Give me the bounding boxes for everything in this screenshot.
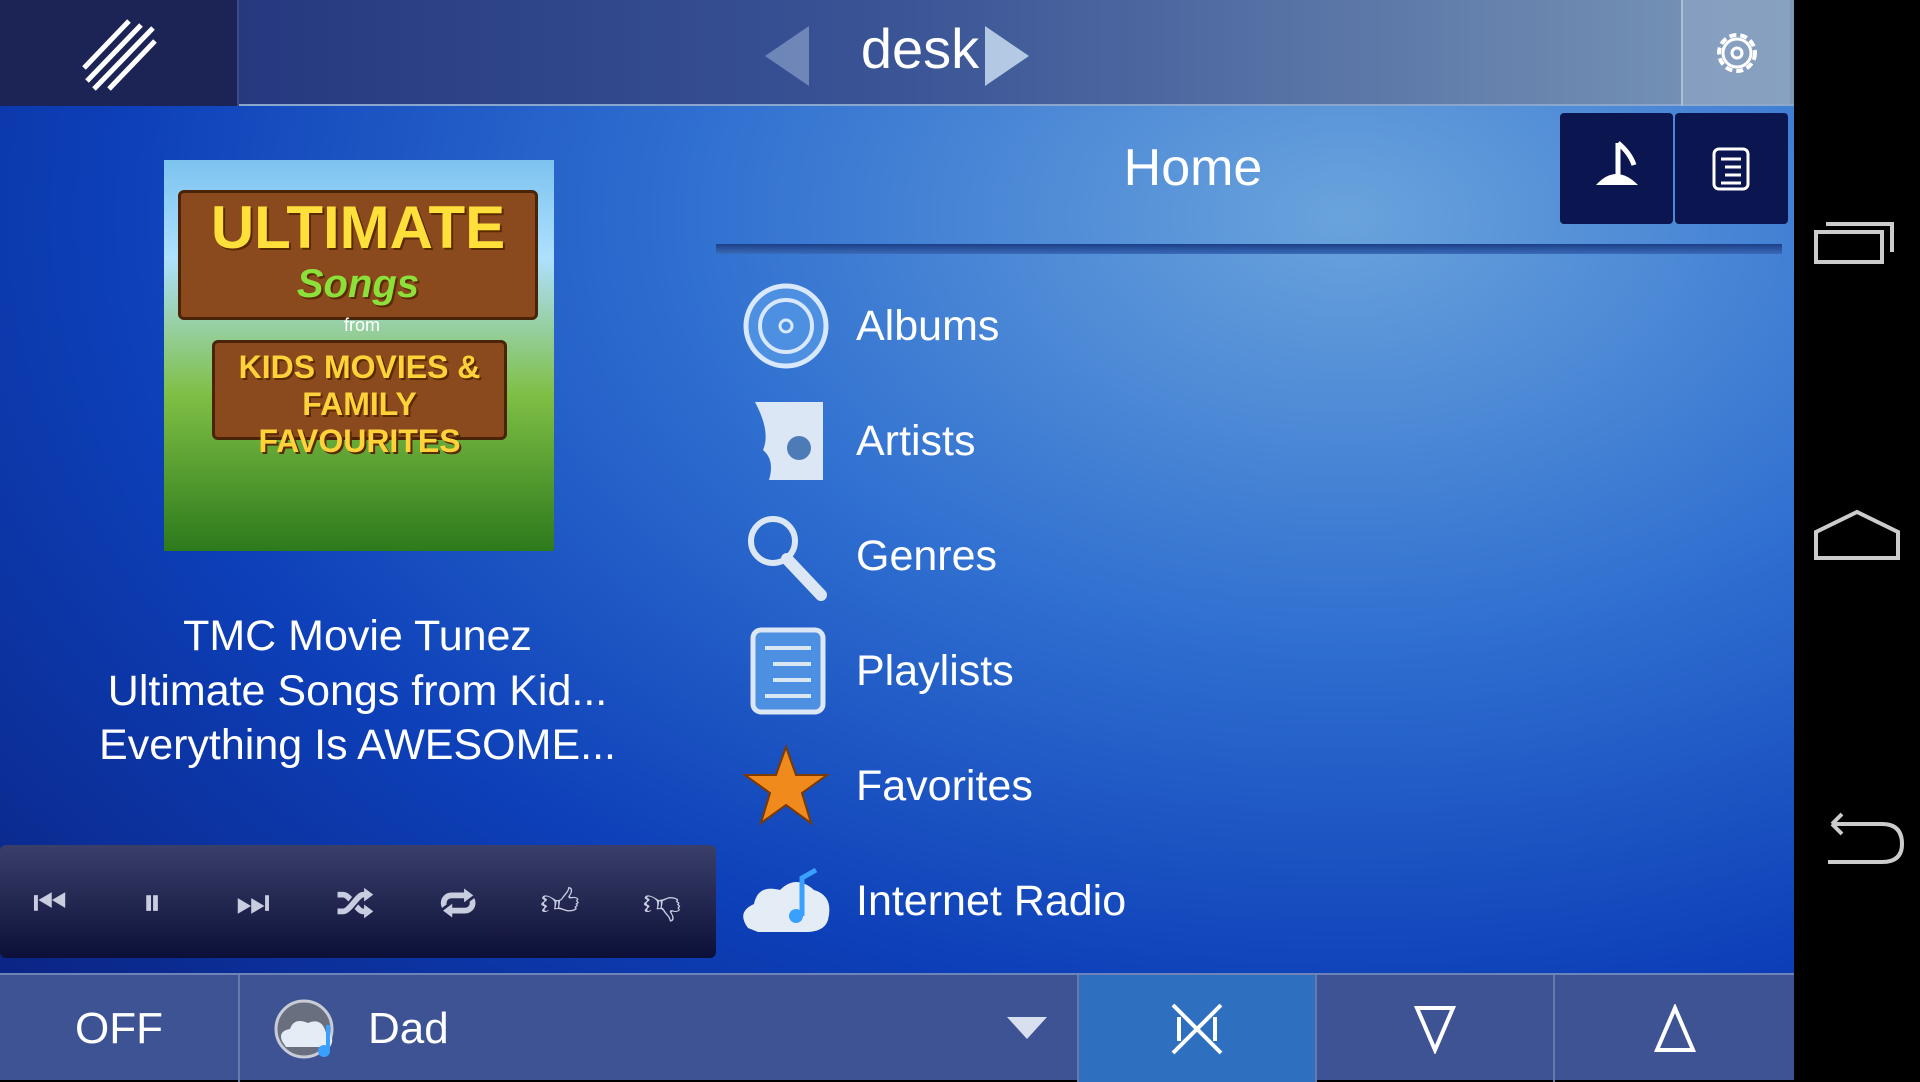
mute-button[interactable] (1079, 975, 1317, 1082)
previous-button[interactable]: ⏮ (20, 873, 80, 933)
artist-name: TMC Movie Tunez (183, 612, 532, 660)
album-name: Ultimate Songs from Kid... (107, 667, 608, 715)
menu-label: Favorites (856, 761, 1033, 810)
gear-icon (1716, 33, 1757, 73)
volume-up-icon (1653, 1003, 1696, 1052)
logo[interactable] (0, 0, 239, 106)
volume-down-icon (1413, 1005, 1457, 1054)
thumbs-down-button[interactable]: 👎︎ (632, 873, 692, 933)
playlist-icon (736, 621, 836, 721)
art-text: ULTIMATE (210, 194, 506, 261)
track-name: Everything Is AWESOME... (99, 721, 616, 769)
pause-button[interactable]: ⏸ (122, 873, 182, 933)
list-icon (1712, 147, 1750, 191)
menu-label: Albums (856, 301, 1000, 350)
page-title: Home (1123, 139, 1263, 197)
menu-item-albums[interactable]: Albums (736, 276, 1736, 376)
divider (716, 244, 1782, 254)
app-background: desk ULTIMATE Songs from KIDS MOVIES & F… (0, 0, 1794, 1082)
power-button[interactable]: OFF (0, 975, 240, 1082)
source-selector[interactable]: Dad (240, 975, 1079, 1082)
transport-controls: ⏮ ⏸ ⏭ 🔀︎ 🔁︎ 👍︎ 👎︎ (0, 845, 716, 958)
striped-logo-icon (81, 19, 157, 91)
music-note-icon (1596, 141, 1638, 185)
album-art[interactable]: ULTIMATE Songs from KIDS MOVIES & FAMILY… (164, 160, 554, 551)
next-button[interactable]: ⏭ (223, 873, 283, 933)
disc-icon (736, 276, 836, 376)
art-text: KIDS MOVIES & (238, 349, 481, 385)
microphone-icon (736, 506, 836, 606)
top-bar: desk (0, 0, 1794, 106)
source-label: Dad (368, 1003, 449, 1053)
repeat-button[interactable]: 🔁︎ (428, 873, 488, 933)
bottom-bar: OFF Dad (0, 973, 1794, 1082)
menu-label: Playlists (856, 646, 1014, 695)
menu-label: Internet Radio (856, 876, 1127, 925)
shuffle-button[interactable]: 🔀︎ (325, 873, 385, 933)
back-icon[interactable] (1812, 810, 1908, 870)
home-icon[interactable] (1812, 508, 1902, 562)
next-zone-button[interactable] (985, 26, 1029, 86)
mute-icon (1171, 1003, 1223, 1054)
dropdown-arrow-icon (1007, 1017, 1047, 1039)
thumbs-up-button[interactable]: 👍︎ (530, 873, 590, 933)
cloud-music-icon (274, 999, 334, 1058)
art-text: FAMILY FAVOURITES (258, 386, 461, 459)
menu-item-internet-radio[interactable]: Internet Radio (736, 851, 1736, 951)
queue-button[interactable] (1675, 113, 1788, 224)
volume-down-button[interactable] (1317, 975, 1555, 1082)
now-playing-button[interactable] (1560, 113, 1673, 224)
recent-apps-icon[interactable] (1812, 212, 1902, 268)
menu-item-favorites[interactable]: Favorites (736, 736, 1736, 836)
art-text: Songs (296, 262, 420, 306)
menu-item-playlists[interactable]: Playlists (736, 621, 1736, 721)
artist-icon (736, 391, 836, 491)
menu-label: Genres (856, 531, 998, 580)
cloud-music-icon (736, 851, 836, 951)
settings-button[interactable] (1681, 0, 1790, 106)
prev-zone-button[interactable] (765, 26, 809, 86)
art-text: from (344, 315, 380, 335)
star-icon (736, 736, 836, 836)
menu-item-artists[interactable]: Artists (736, 391, 1736, 491)
android-nav-bar (1794, 0, 1920, 1080)
volume-up-button[interactable] (1555, 975, 1794, 1082)
menu-item-genres[interactable]: Genres (736, 506, 1736, 606)
menu-label: Artists (856, 416, 976, 465)
